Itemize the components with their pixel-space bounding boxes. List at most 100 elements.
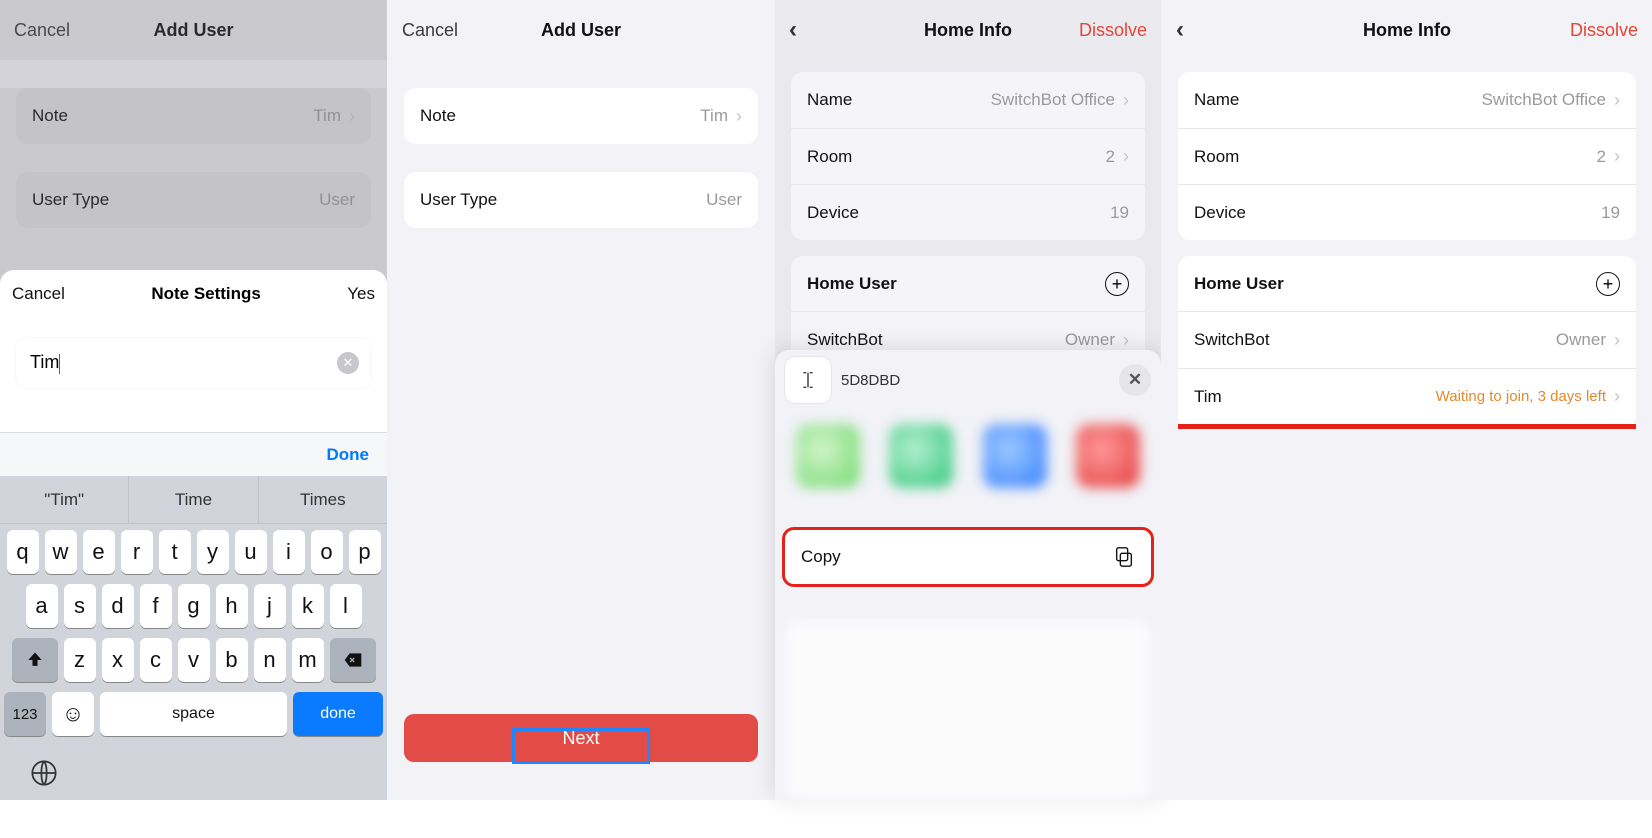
device-row[interactable]: Device 19	[1178, 184, 1636, 240]
device-row[interactable]: Device 19	[791, 184, 1145, 240]
device-label: Device	[807, 203, 859, 223]
chevron-right-icon: ›	[1614, 330, 1620, 351]
key-x[interactable]: x	[102, 638, 134, 682]
kb-suggestion[interactable]: Times	[258, 476, 387, 523]
close-icon[interactable]: ✕	[1119, 364, 1151, 396]
user-status: Waiting to join, 3 days left	[1436, 388, 1606, 405]
key-q[interactable]: q	[7, 530, 39, 574]
share-more-actions	[785, 620, 1151, 800]
name-row[interactable]: Name SwitchBot Office›	[1178, 72, 1636, 128]
sheet-title: Note Settings	[151, 284, 261, 304]
name-label: Name	[807, 90, 852, 110]
key-d[interactable]: d	[102, 584, 134, 628]
device-label: Device	[1194, 203, 1246, 223]
key-b[interactable]: b	[216, 638, 248, 682]
device-value: 19	[1110, 203, 1129, 223]
key-v[interactable]: v	[178, 638, 210, 682]
note-label: Note	[420, 106, 456, 126]
user-name: SwitchBot	[1194, 330, 1270, 350]
key-r[interactable]: r	[121, 530, 153, 574]
key-z[interactable]: z	[64, 638, 96, 682]
emoji-key[interactable]: ☺	[52, 692, 94, 736]
add-user-icon[interactable]: +	[1105, 272, 1129, 296]
user-name: Tim	[1194, 387, 1222, 407]
key-w[interactable]: w	[45, 530, 77, 574]
key-u[interactable]: u	[235, 530, 267, 574]
cancel-button[interactable]: Cancel	[402, 20, 458, 40]
room-value: 2	[1106, 147, 1115, 167]
share-sheet: 5D8DBD ✕ Copy	[775, 350, 1161, 800]
note-settings-sheet: Cancel Note Settings Yes Tim ✕ Done "Tim…	[0, 270, 387, 800]
note-input-wrap[interactable]: Tim ✕	[16, 338, 371, 388]
kb-suggestion[interactable]: Time	[128, 476, 257, 523]
share-app-icon[interactable]	[983, 424, 1047, 488]
chevron-right-icon: ›	[1614, 386, 1620, 407]
key-y[interactable]: y	[197, 530, 229, 574]
back-icon[interactable]: ‹	[1176, 16, 1184, 43]
chevron-right-icon: ›	[1123, 146, 1129, 167]
nav-title: Add User	[492, 20, 670, 41]
backspace-key[interactable]	[330, 638, 376, 682]
next-button[interactable]: Next	[404, 714, 758, 762]
key-a[interactable]: a	[26, 584, 58, 628]
key-s[interactable]: s	[64, 584, 96, 628]
clear-input-icon[interactable]: ✕	[337, 352, 359, 374]
share-apps-row	[775, 410, 1161, 502]
sheet-cancel-button[interactable]: Cancel	[12, 284, 65, 304]
space-key[interactable]: space	[100, 692, 287, 736]
dissolve-button[interactable]: Dissolve	[1079, 20, 1147, 40]
key-g[interactable]: g	[178, 584, 210, 628]
share-app-icon[interactable]	[889, 424, 953, 488]
keyboard: Done "Tim" Time Times qwertyuiop asdfghj…	[0, 432, 387, 800]
dissolve-button[interactable]: Dissolve	[1570, 20, 1638, 40]
room-row[interactable]: Room 2 ›	[791, 128, 1145, 184]
key-m[interactable]: m	[292, 638, 324, 682]
user-row-pending[interactable]: Tim Waiting to join, 3 days left ›	[1178, 368, 1636, 424]
user-row[interactable]: SwitchBot Owner›	[1178, 312, 1636, 368]
name-row[interactable]: Name SwitchBot Office›	[791, 72, 1145, 128]
key-l[interactable]: l	[330, 584, 362, 628]
key-t[interactable]: t	[159, 530, 191, 574]
share-app-icon[interactable]	[796, 424, 860, 488]
share-app-icon[interactable]	[1076, 424, 1140, 488]
home-user-header: Home User	[1194, 274, 1284, 294]
globe-icon[interactable]	[30, 759, 58, 792]
key-f[interactable]: f	[140, 584, 172, 628]
back-icon[interactable]: ‹	[789, 16, 797, 43]
nav-title: Home Info	[1266, 20, 1548, 41]
usertype-row[interactable]: User Type User	[404, 172, 758, 228]
room-row[interactable]: Room 2›	[1178, 128, 1636, 184]
sheet-yes-button[interactable]: Yes	[347, 284, 375, 304]
nav-title: Home Info	[879, 20, 1057, 41]
note-row[interactable]: Note Tim›	[404, 88, 758, 144]
chevron-right-icon: ›	[1614, 90, 1620, 111]
key-n[interactable]: n	[254, 638, 286, 682]
name-label: Name	[1194, 90, 1239, 110]
room-value: 2	[1597, 147, 1606, 167]
chevron-right-icon: ›	[736, 106, 742, 127]
usertype-value: User	[706, 190, 742, 210]
shift-key[interactable]	[12, 638, 58, 682]
pending-user-highlight	[1178, 424, 1636, 429]
kb-done-toolbar[interactable]: Done	[327, 445, 370, 465]
key-e[interactable]: e	[83, 530, 115, 574]
add-user-icon[interactable]: +	[1596, 272, 1620, 296]
kb-suggestion[interactable]: "Tim"	[0, 476, 128, 523]
room-label: Room	[807, 147, 852, 167]
key-c[interactable]: c	[140, 638, 172, 682]
chevron-right-icon: ›	[1123, 90, 1129, 111]
note-input[interactable]: Tim	[30, 352, 60, 373]
copy-action[interactable]: Copy	[785, 530, 1151, 584]
key-j[interactable]: j	[254, 584, 286, 628]
done-key[interactable]: done	[293, 692, 383, 736]
copy-label: Copy	[801, 547, 841, 567]
key-o[interactable]: o	[311, 530, 343, 574]
key-h[interactable]: h	[216, 584, 248, 628]
numeric-key[interactable]: 123	[4, 692, 46, 736]
chevron-right-icon: ›	[1123, 330, 1129, 351]
home-user-header: Home User	[807, 274, 897, 294]
key-k[interactable]: k	[292, 584, 324, 628]
key-p[interactable]: p	[349, 530, 381, 574]
chevron-right-icon: ›	[1614, 146, 1620, 167]
key-i[interactable]: i	[273, 530, 305, 574]
